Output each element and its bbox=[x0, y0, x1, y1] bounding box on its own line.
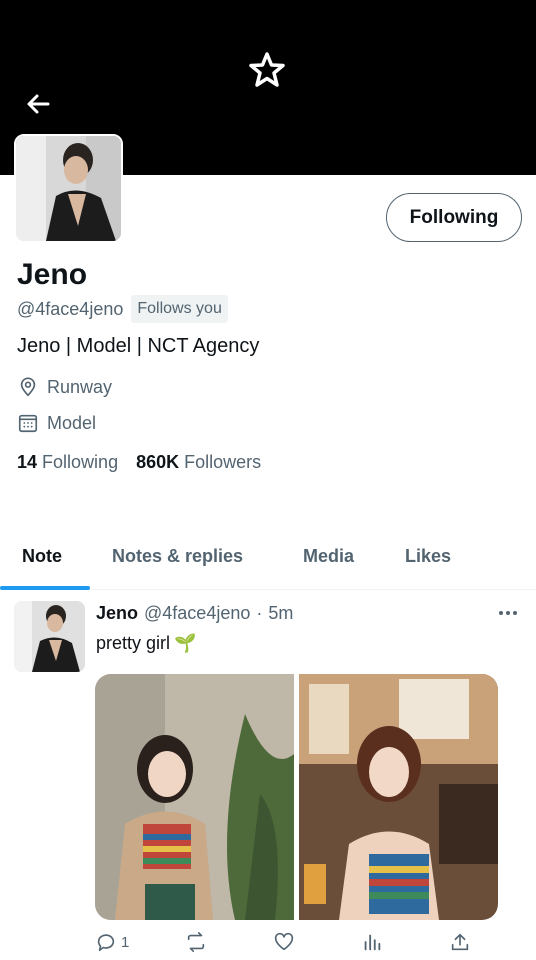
active-tab-indicator bbox=[0, 586, 90, 590]
post-header: Jeno @4face4jeno · 5m bbox=[96, 603, 293, 624]
post-photo-2[interactable] bbox=[299, 674, 498, 920]
post-timestamp[interactable]: 5m bbox=[268, 603, 293, 624]
tab-notes-replies[interactable]: Notes & replies bbox=[112, 546, 243, 567]
share-button[interactable] bbox=[449, 928, 471, 956]
share-icon bbox=[451, 933, 469, 951]
follows-you-badge: Follows you bbox=[131, 295, 228, 323]
following-label: Following bbox=[42, 452, 119, 472]
category-row: Model bbox=[17, 412, 96, 434]
following-count: 14 bbox=[17, 452, 38, 472]
post-media-grid bbox=[95, 674, 498, 920]
post-author-handle[interactable]: @4face4jeno bbox=[144, 603, 250, 624]
reply-icon bbox=[97, 934, 115, 952]
location-text: Runway bbox=[47, 376, 113, 397]
views-button[interactable] bbox=[361, 928, 383, 956]
post-author-avatar[interactable] bbox=[14, 601, 85, 672]
tab-likes[interactable]: Likes bbox=[405, 546, 451, 567]
views-icon bbox=[364, 934, 381, 951]
display-name: Jeno bbox=[17, 258, 88, 291]
location-pin-icon bbox=[20, 377, 36, 397]
profile-tabs: Note Notes & replies Media Likes bbox=[0, 532, 536, 592]
profile-avatar[interactable] bbox=[14, 134, 123, 243]
like-button[interactable] bbox=[273, 928, 295, 956]
following-button[interactable]: Following bbox=[386, 193, 522, 242]
post-photo-1[interactable] bbox=[95, 674, 294, 920]
tab-note[interactable]: Note bbox=[22, 546, 62, 567]
followers-stat[interactable]: 860K Followers bbox=[136, 452, 261, 473]
profile-bio: Jeno | Model | NCT Agency bbox=[17, 335, 260, 357]
reply-count: 1 bbox=[121, 933, 130, 951]
back-arrow-icon[interactable] bbox=[22, 88, 54, 120]
post-separator: · bbox=[256, 603, 263, 623]
post-avatar-photo bbox=[14, 601, 85, 672]
post-body: pretty girl bbox=[96, 633, 171, 653]
handle-row: @4face4jeno Follows you bbox=[17, 295, 228, 323]
star-logo-icon bbox=[249, 52, 285, 87]
avatar-photo bbox=[16, 136, 121, 241]
tab-media[interactable]: Media bbox=[303, 546, 354, 567]
category-text: Model bbox=[47, 412, 97, 433]
seedling-emoji: 🌱 bbox=[174, 633, 197, 653]
repost-icon bbox=[187, 932, 205, 952]
following-stat[interactable]: 14 Following bbox=[17, 452, 118, 473]
followers-label: Followers bbox=[184, 452, 262, 472]
repost-button[interactable] bbox=[185, 928, 207, 956]
more-icon[interactable] bbox=[496, 601, 520, 625]
like-icon bbox=[274, 932, 294, 951]
followers-count: 860K bbox=[136, 452, 180, 472]
profile-stats: 14 Following 860K Followers bbox=[17, 452, 261, 473]
calendar-grid-icon bbox=[18, 414, 38, 433]
post-text: pretty girl 🌱 bbox=[96, 633, 196, 654]
reply-button[interactable]: 1 bbox=[95, 928, 129, 956]
post-actions: 1 bbox=[95, 928, 495, 956]
location-row: Runway bbox=[17, 376, 112, 398]
profile-handle: @4face4jeno bbox=[17, 298, 124, 319]
post-author-name[interactable]: Jeno bbox=[96, 603, 138, 624]
